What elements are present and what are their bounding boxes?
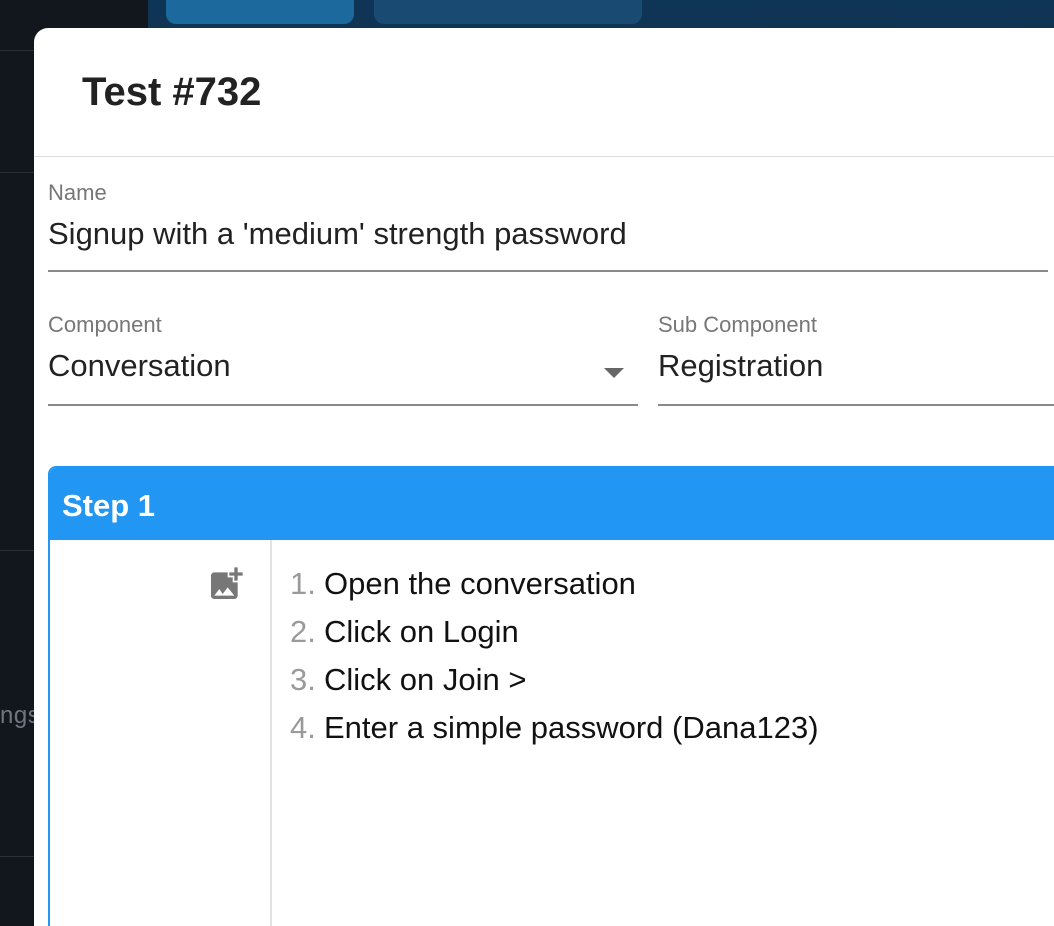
component-value[interactable]: Conversation xyxy=(48,348,638,384)
name-field[interactable]: Name Signup with a 'medium' strength pas… xyxy=(48,180,1048,272)
step-title: Step 1 xyxy=(62,488,156,523)
list-item[interactable]: 4. Enter a simple password (Dana123) xyxy=(290,708,819,756)
component-select[interactable]: Component Conversation xyxy=(48,312,638,406)
component-underline xyxy=(48,404,638,406)
background-tab xyxy=(166,0,354,24)
name-underline xyxy=(48,270,1048,272)
modal-title: Test #732 xyxy=(82,70,262,114)
list-item[interactable]: 3. Click on Join > xyxy=(290,660,819,708)
background-tab xyxy=(374,0,642,24)
step-header: Step 1 xyxy=(50,468,1054,540)
modal-header: Test #732 xyxy=(34,28,1054,157)
sub-component-label: Sub Component xyxy=(658,312,817,337)
step-card: Step 1 1. Open the conversation 2. Click o… xyxy=(48,466,1054,926)
dropdown-arrow-icon[interactable] xyxy=(604,368,624,378)
step-text: Open the conversation xyxy=(324,566,636,601)
sub-component-underline xyxy=(658,404,1054,406)
name-label: Name xyxy=(48,180,107,205)
step-text: Enter a simple password (Dana123) xyxy=(324,710,819,745)
sub-component-value[interactable]: Registration xyxy=(658,348,1054,384)
list-item[interactable]: 1. Open the conversation xyxy=(290,564,819,612)
step-number: 1. xyxy=(290,566,316,601)
component-label: Component xyxy=(48,312,162,337)
step-number: 4. xyxy=(290,710,316,745)
step-number: 2. xyxy=(290,614,316,649)
step-text: Click on Join > xyxy=(324,662,527,697)
sub-component-select[interactable]: Sub Component Registration xyxy=(658,312,1054,406)
step-text: Click on Login xyxy=(324,614,519,649)
name-input[interactable]: Signup with a 'medium' strength password xyxy=(48,216,1048,252)
add-photo-icon[interactable] xyxy=(206,564,246,604)
step-number: 3. xyxy=(290,662,316,697)
step-image-column xyxy=(50,540,272,926)
list-item[interactable]: 2. Click on Login xyxy=(290,612,819,660)
step-body: 1. Open the conversation 2. Click on Login… xyxy=(50,540,1054,926)
step-instructions-list[interactable]: 1. Open the conversation 2. Click on Login… xyxy=(290,564,819,756)
